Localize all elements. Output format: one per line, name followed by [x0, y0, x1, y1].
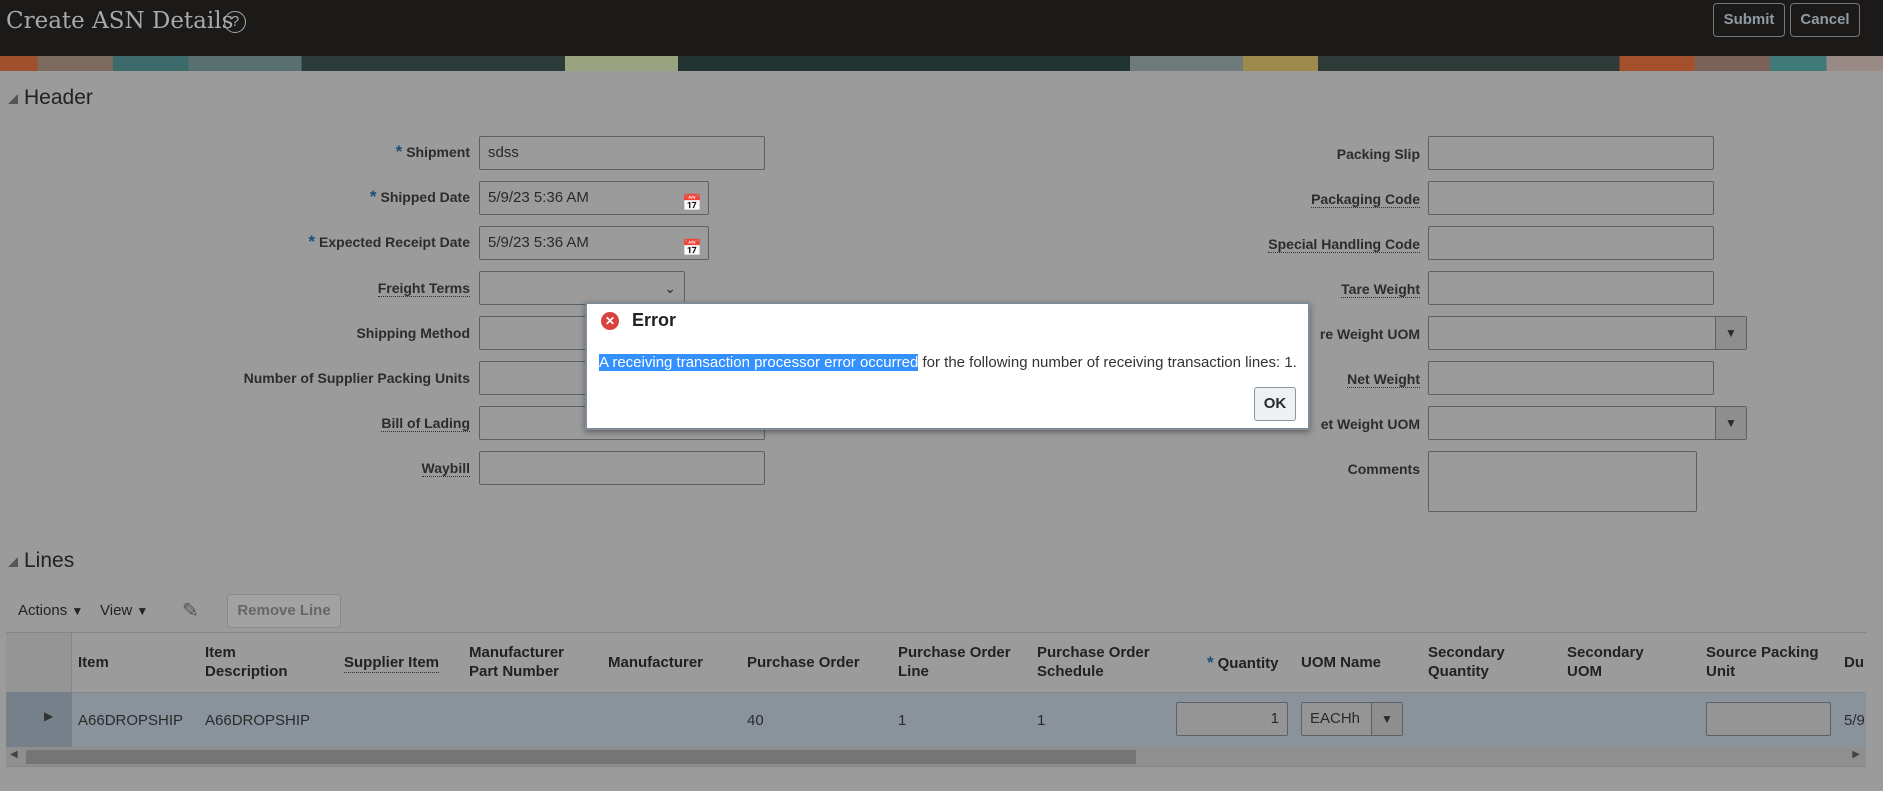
column-header-secondary-quantity[interactable]: Secondary Quantity: [1428, 643, 1528, 681]
error-dialog: ✕ Error A receiving transaction processo…: [585, 302, 1310, 430]
column-header-manufacturer-part-number[interactable]: Manufacturer Part Number: [469, 643, 589, 681]
tare-weight-uom-select[interactable]: ▼: [1428, 316, 1747, 350]
net-weight-label: Net Weight: [1347, 371, 1420, 388]
dropdown-arrow-icon[interactable]: ▼: [1715, 317, 1746, 349]
comments-label: Comments: [1347, 461, 1420, 477]
net-weight-uom-label: et Weight UOM: [1320, 416, 1420, 432]
column-header-source-packing-unit[interactable]: Source Packing Unit: [1706, 643, 1836, 681]
lines-section-title: Lines: [24, 549, 75, 572]
supplier-packing-units-label: Number of Supplier Packing Units: [243, 370, 470, 386]
table-top-border: [6, 632, 1866, 633]
freight-terms-label: Freight Terms: [377, 280, 470, 297]
column-header-manufacturer[interactable]: Manufacturer: [608, 653, 703, 672]
expected-receipt-date-input[interactable]: 5/9/23 5:36 AM 📅: [479, 226, 709, 260]
scroll-left-icon[interactable]: ◀: [10, 749, 18, 760]
header-section-title: Header: [24, 86, 93, 109]
shipped-date-input[interactable]: 5/9/23 5:36 AM 📅: [479, 181, 709, 215]
shipping-method-label: Shipping Method: [356, 325, 470, 341]
special-handling-code-input[interactable]: [1428, 226, 1714, 260]
freight-terms-select[interactable]: ⌄: [479, 271, 685, 305]
scrollbar-thumb[interactable]: [26, 750, 1136, 764]
uom-name-select[interactable]: EACHh ▼: [1301, 702, 1403, 736]
required-icon: *: [369, 187, 377, 206]
cell-due: 5/9: [1844, 712, 1865, 729]
cell-item-description: A66DROPSHIP: [205, 712, 311, 729]
submit-button[interactable]: Submit: [1713, 3, 1785, 37]
page-title: Create ASN Details: [6, 8, 234, 34]
tare-weight-input[interactable]: [1428, 271, 1714, 305]
column-header-secondary-uom[interactable]: Secondary UOM: [1567, 643, 1667, 681]
top-bar: [0, 0, 1883, 56]
cell-purchase-order: 40: [747, 712, 764, 729]
column-header-item-description[interactable]: Item Description: [205, 643, 315, 681]
column-header-item[interactable]: Item: [78, 653, 109, 672]
column-header-supplier-item[interactable]: Supplier Item: [344, 653, 440, 673]
shipped-date-label: * Shipped Date: [369, 187, 470, 206]
tare-weight-label: Tare Weight: [1341, 281, 1420, 298]
cancel-button[interactable]: Cancel: [1790, 3, 1860, 37]
dropdown-arrow-icon: ▼: [136, 604, 149, 618]
header-section-toggle[interactable]: Header: [8, 86, 93, 110]
packaging-code-label: Packaging Code: [1311, 191, 1420, 208]
help-icon[interactable]: ?: [224, 11, 246, 33]
special-handling-code-label: Special Handling Code: [1268, 236, 1420, 253]
horizontal-scrollbar[interactable]: ◀ ▶: [6, 747, 1866, 767]
required-icon: *: [1207, 653, 1214, 672]
column-header-uom-name[interactable]: UOM Name: [1301, 653, 1381, 672]
shipment-input[interactable]: sdss: [479, 136, 765, 170]
dialog-title: Error: [632, 310, 677, 330]
expand-triangle-icon: ▶: [44, 709, 54, 723]
column-header-quantity[interactable]: * Quantity: [1207, 653, 1278, 673]
dropdown-arrow-icon[interactable]: ▼: [1371, 703, 1402, 735]
bill-of-lading-label: Bill of Lading: [381, 415, 470, 432]
chevron-down-icon: ⌄: [664, 280, 676, 296]
cell-item: A66DROPSHIP: [78, 712, 184, 729]
column-header-po-line[interactable]: Purchase Order Line: [898, 643, 1028, 681]
column-header-po-schedule[interactable]: Purchase Order Schedule: [1037, 643, 1167, 681]
view-menu[interactable]: View ▼: [100, 602, 148, 619]
expected-receipt-date-label: * Expected Receipt Date: [308, 232, 470, 251]
shipment-label: * Shipment: [395, 142, 470, 161]
net-weight-uom-select[interactable]: ▼: [1428, 406, 1747, 440]
cell-po-schedule: 1: [1037, 712, 1046, 729]
waybill-input[interactable]: [479, 451, 765, 485]
packing-slip-input[interactable]: [1428, 136, 1714, 170]
banner-image: [0, 56, 1883, 71]
error-message-rest: for the following number of receiving tr…: [918, 354, 1297, 371]
packaging-code-input[interactable]: [1428, 181, 1714, 215]
packing-slip-label: Packing Slip: [1336, 146, 1420, 162]
row-header-column: [6, 633, 72, 692]
collapse-triangle-icon: [8, 557, 18, 567]
row-expand-toggle[interactable]: ▶: [6, 692, 72, 747]
source-packing-unit-input[interactable]: [1706, 702, 1831, 736]
quantity-input[interactable]: 1: [1176, 702, 1288, 736]
calendar-clock-icon[interactable]: 📅: [682, 233, 702, 265]
required-icon: *: [308, 232, 316, 251]
error-message-highlighted: A receiving transaction processor error …: [599, 354, 919, 371]
remove-line-button[interactable]: Remove Line: [227, 594, 341, 628]
required-icon: *: [395, 142, 403, 161]
waybill-label: Waybill: [421, 460, 470, 477]
error-icon: ✕: [601, 312, 619, 330]
dropdown-arrow-icon[interactable]: ▼: [1715, 407, 1746, 439]
edit-pencil-icon[interactable]: ✎: [182, 598, 199, 623]
tare-weight-uom-label: re Weight UOM: [1319, 326, 1420, 342]
comments-textarea[interactable]: [1428, 451, 1697, 512]
net-weight-input[interactable]: [1428, 361, 1714, 395]
scroll-right-icon[interactable]: ▶: [1852, 749, 1860, 760]
error-message: A receiving transaction processor error …: [599, 354, 1297, 371]
ok-button[interactable]: OK: [1254, 387, 1296, 421]
calendar-clock-icon[interactable]: 📅: [682, 188, 702, 220]
actions-menu[interactable]: Actions ▼: [18, 602, 83, 619]
column-header-due[interactable]: Du: [1844, 653, 1864, 672]
column-header-purchase-order[interactable]: Purchase Order: [747, 653, 860, 672]
collapse-triangle-icon: [8, 94, 18, 104]
dropdown-arrow-icon: ▼: [71, 604, 84, 618]
cell-po-line: 1: [898, 712, 907, 729]
lines-section-toggle[interactable]: Lines: [8, 549, 74, 573]
